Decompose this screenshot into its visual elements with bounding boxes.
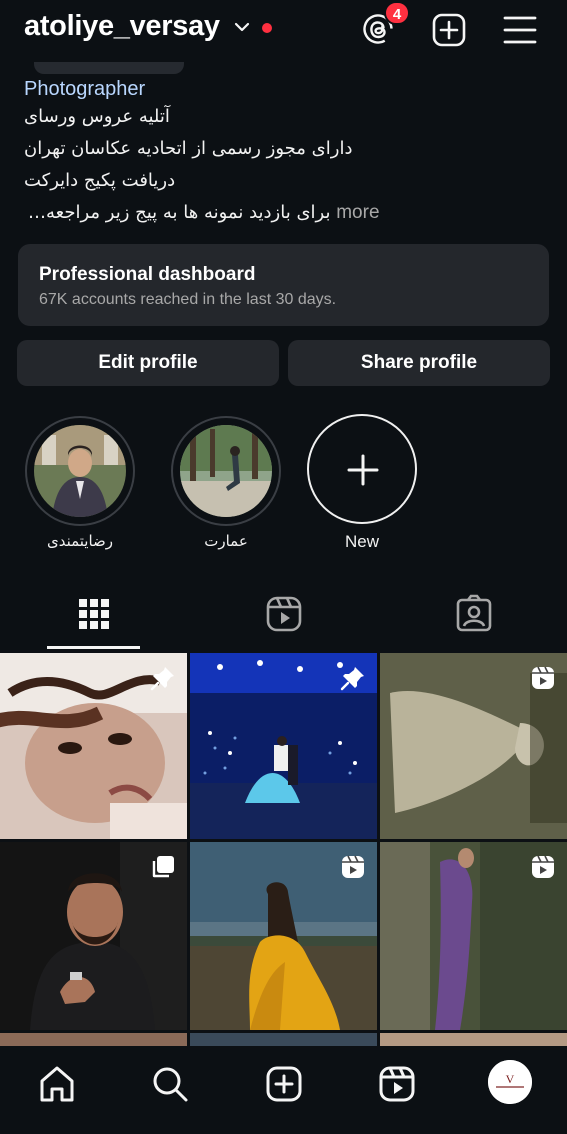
story-highlight[interactable] [171,416,281,526]
highlight-cover [34,425,126,517]
bio-line: دارای مجوز رسمی از اتحادیه عکاسان تهران [24,138,353,159]
post-thumbnail[interactable] [0,842,187,1030]
bio-line: برای بازدید نمونه ها به پیج زیر مراجعه… [28,202,331,223]
unread-dot [262,23,272,33]
account-username[interactable]: atoliye_versay [24,10,220,43]
share-profile-button[interactable]: Share profile [288,340,550,386]
chevron-down-icon[interactable] [234,20,250,34]
highlight-label: عمارت [204,532,248,550]
post-thumbnail[interactable] [0,653,187,839]
grid-tab-icon[interactable] [74,594,114,634]
highlight-cover [180,425,272,517]
name-edge [34,62,184,74]
profile-category: Photographer [24,78,146,100]
post-thumbnail[interactable] [380,653,567,839]
bio-line-truncated: برای بازدید نمونه ها به پیج زیر مراجعه… … [28,202,380,224]
story-highlight[interactable] [25,416,135,526]
post-thumbnail[interactable] [0,1033,187,1047]
tagged-tab-icon[interactable] [454,594,494,634]
post-thumbnail[interactable] [190,1033,377,1047]
new-highlight-button[interactable] [307,414,417,524]
reel-icon [532,666,554,689]
create-icon[interactable] [264,1064,304,1104]
post-thumbnail[interactable] [190,653,377,839]
pin-icon [340,667,364,691]
highlight-label: رضایتمندی [46,532,114,550]
svg-text:V: V [506,1072,515,1086]
reel-icon [532,855,554,878]
reels-icon[interactable] [377,1064,417,1104]
reels-tab-icon[interactable] [264,594,304,634]
pin-icon [150,667,174,691]
top-bar: atoliye_versay 4 [0,0,567,60]
dashboard-subtitle: 67K accounts reached in the last 30 days… [39,291,337,308]
menu-icon[interactable] [502,12,538,48]
versay-logo: V [488,1060,532,1104]
profile-avatar[interactable]: V [488,1060,532,1104]
reel-icon [342,855,364,878]
home-icon[interactable] [37,1064,77,1104]
notification-badge: 4 [384,1,410,25]
carousel-icon [152,856,174,878]
new-highlight-label: New [344,532,379,551]
post-thumbnail[interactable] [190,842,377,1030]
bio-line: دریافت پکیج دایرکت [24,170,176,191]
post-thumbnail[interactable] [380,842,567,1030]
add-post-icon[interactable] [431,12,467,48]
bottom-navigation: V [0,1046,567,1134]
bio-line: آتلیه عروس ورسای [24,106,170,127]
dashboard-title: Professional dashboard [39,264,256,285]
search-icon[interactable] [150,1064,190,1104]
professional-dashboard-card[interactable]: Professional dashboard 67K accounts reac… [18,244,549,326]
active-tab-indicator [47,646,140,649]
edit-profile-button[interactable]: Edit profile [17,340,279,386]
plus-icon [347,454,379,486]
post-thumbnail[interactable] [380,1033,567,1047]
bio-more-link[interactable]: more [336,202,379,223]
